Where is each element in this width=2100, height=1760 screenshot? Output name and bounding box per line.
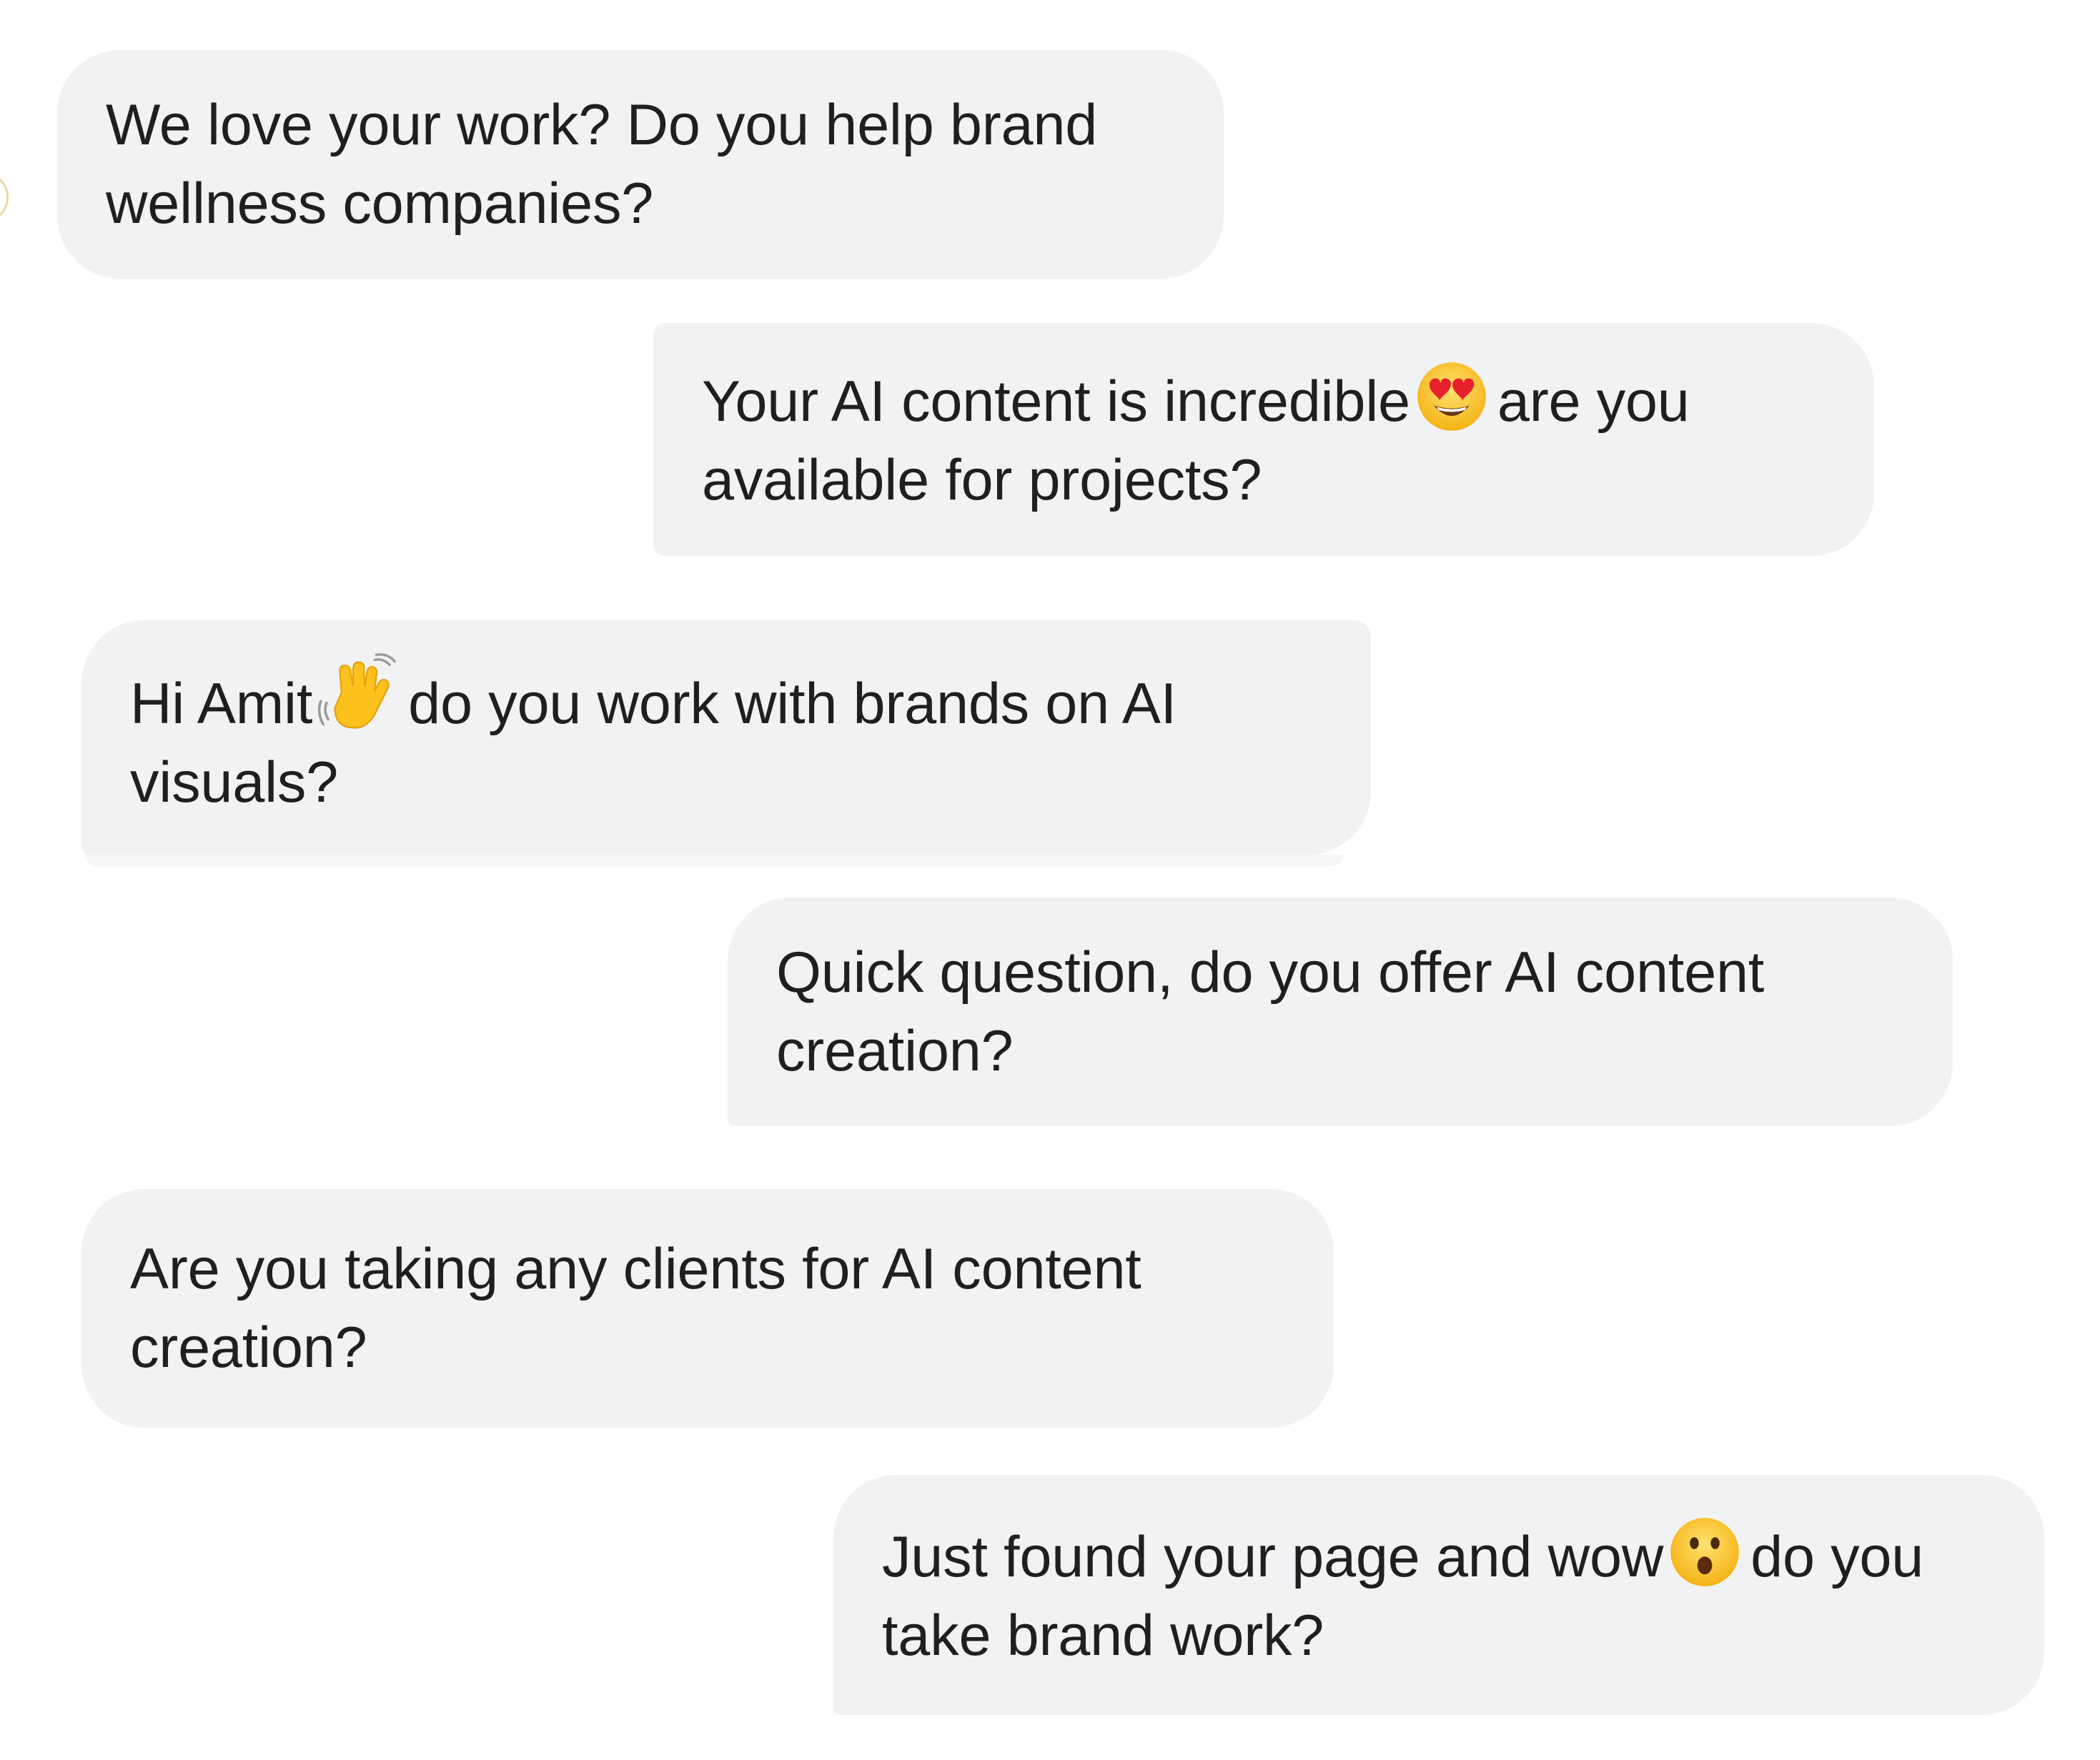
message-bubble-sent[interactable]: Just found your page and wow do you take … [833, 1475, 2044, 1715]
message-text: Quick question, do you offer AI content … [776, 940, 1765, 1083]
avatar[interactable] [0, 171, 9, 223]
message-bubble-sent[interactable]: Quick question, do you offer AI content … [728, 898, 1953, 1126]
waving-hand-icon [317, 653, 400, 736]
message-bubble-received[interactable]: We love your work? Do you help brand wel… [57, 50, 1224, 279]
face-with-open-mouth-icon [1668, 1515, 1742, 1589]
message-text-before: Just found your page and wow [882, 1525, 1664, 1589]
message-stack-edge [86, 855, 1344, 866]
message-bubble-received[interactable]: Hi Amit do you work with brands on AI vis… [81, 620, 1371, 855]
message-text-before: Your AI content is incredible [702, 369, 1410, 434]
message-text-before: Hi Amit [130, 672, 313, 736]
message-text: Your AI content is incredible are you ava… [702, 359, 1830, 519]
message-bubble-sent[interactable]: Your AI content is incredible are you ava… [653, 323, 1874, 556]
smiling-face-with-heart-eyes-icon [1415, 359, 1489, 434]
message-text: We love your work? Do you help brand wel… [106, 93, 1098, 236]
message-text: Just found your page and wow do you take … [882, 1515, 2000, 1675]
message-text: Are you taking any clients for AI conten… [130, 1237, 1141, 1380]
message-bubble-received[interactable]: Are you taking any clients for AI conten… [81, 1189, 1334, 1428]
message-text: Hi Amit do you work with brands on AI vis… [130, 653, 1327, 822]
